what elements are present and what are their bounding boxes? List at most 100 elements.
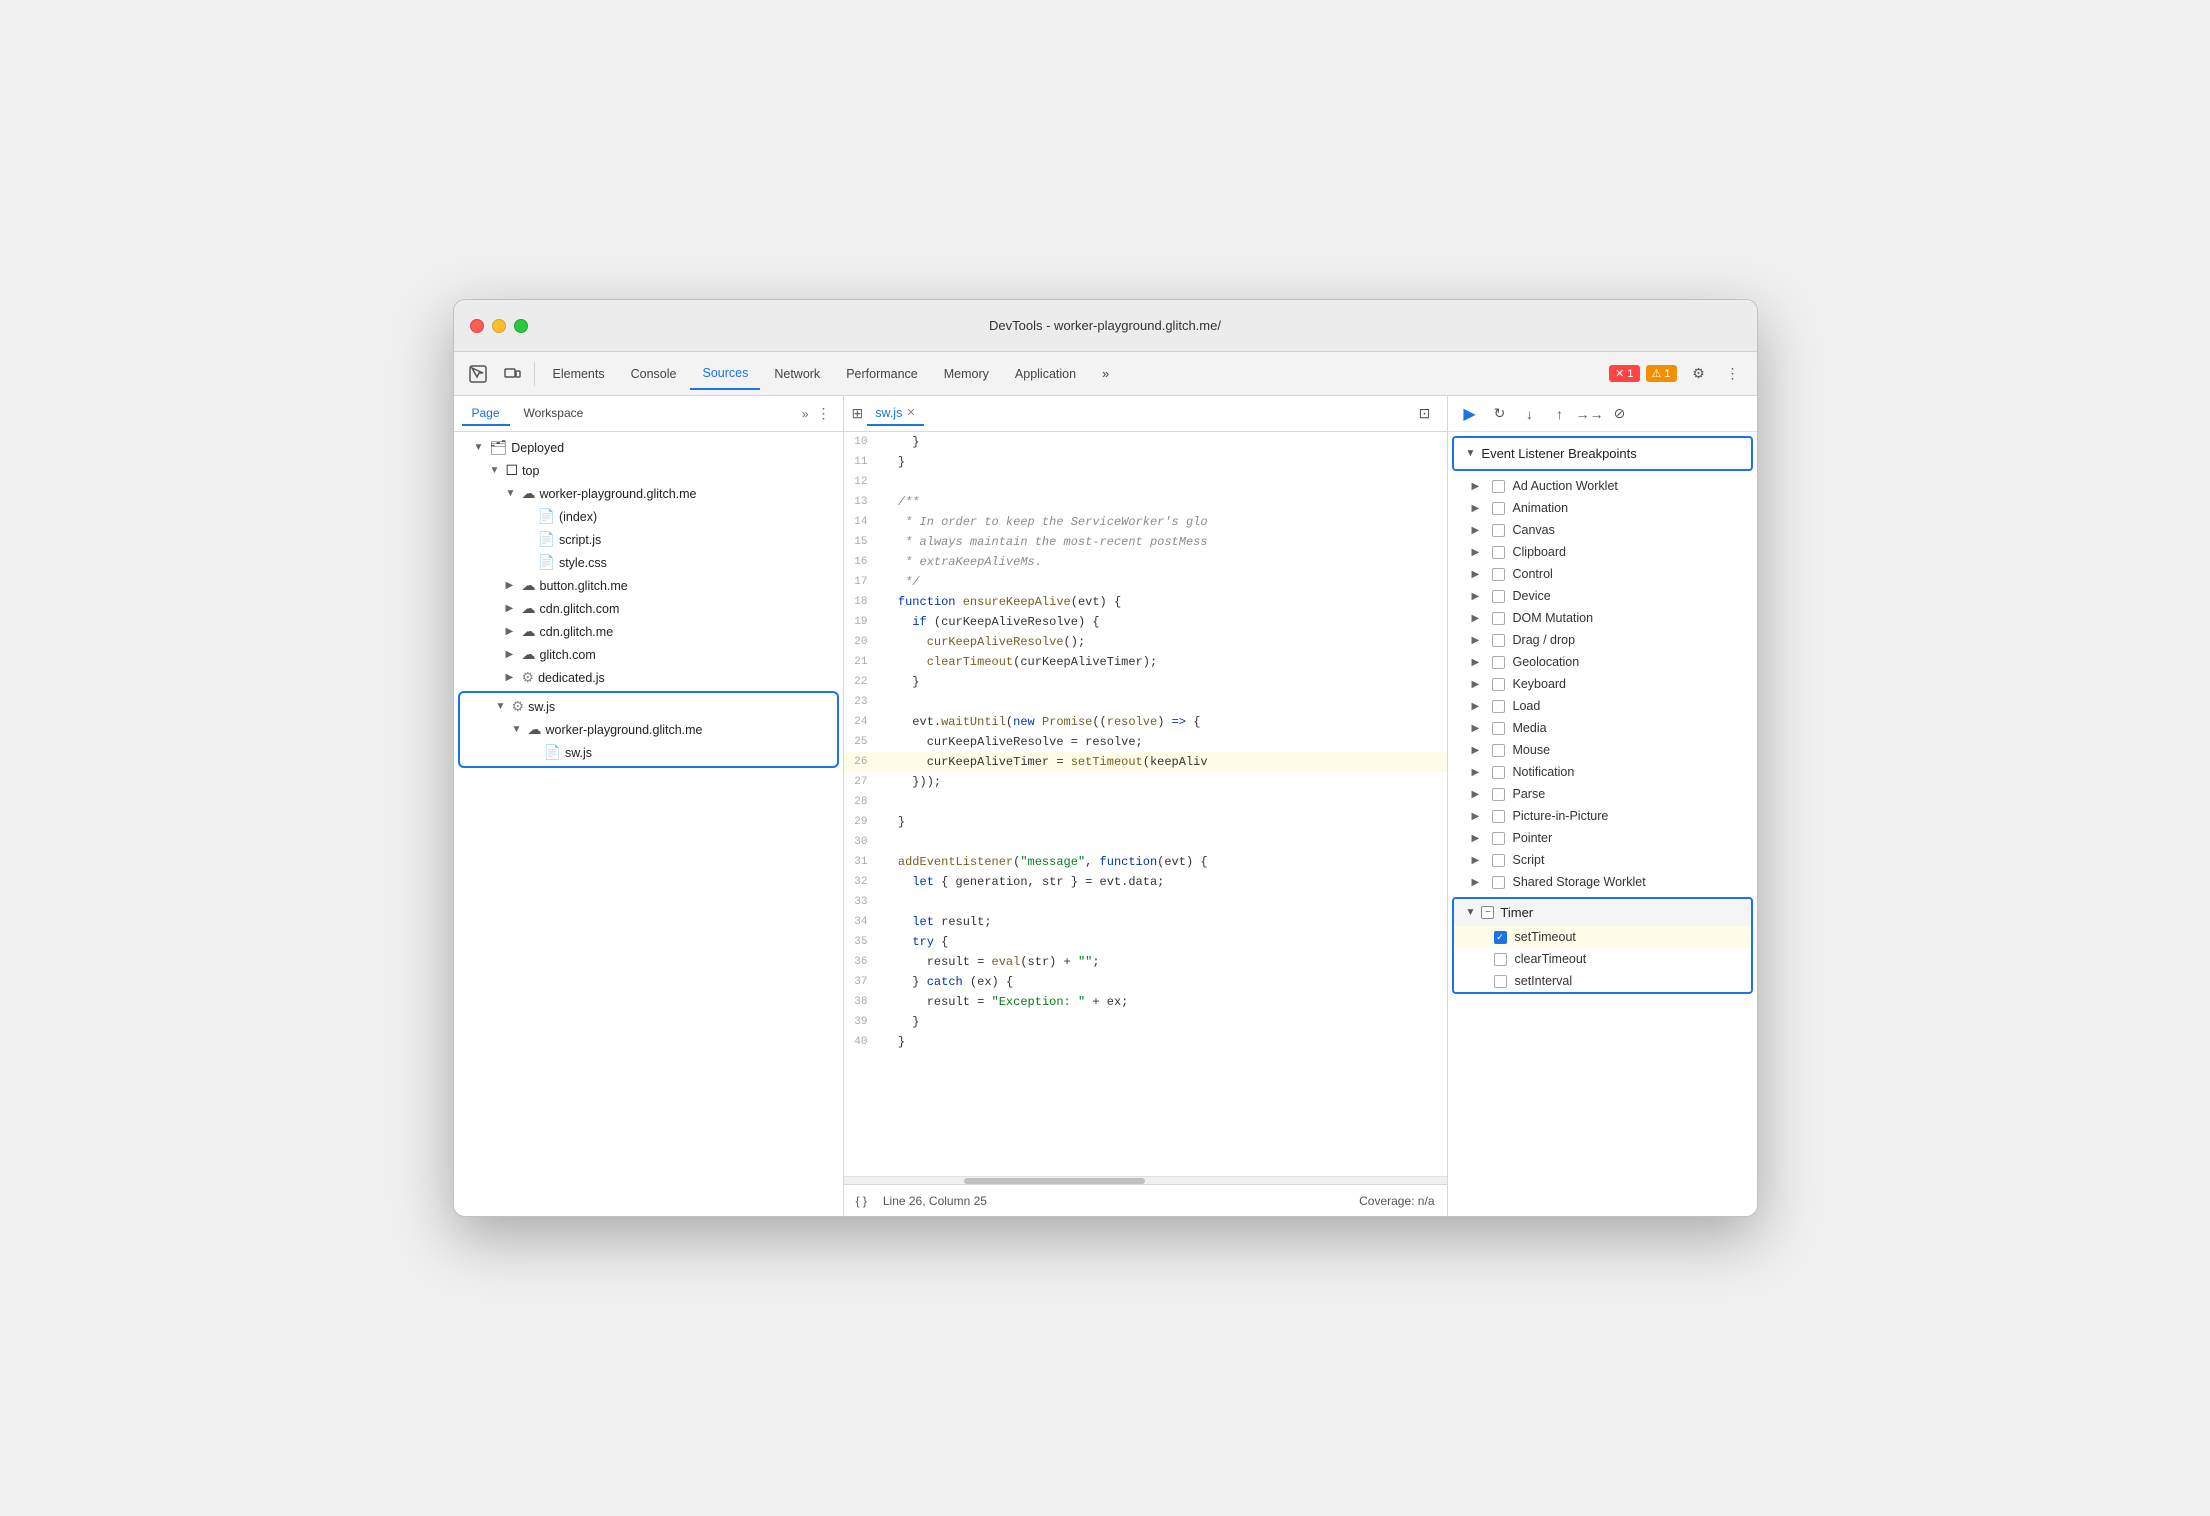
- tab-console[interactable]: Console: [619, 358, 689, 390]
- line-content: let result;: [884, 912, 992, 932]
- bp-checkbox[interactable]: [1492, 788, 1505, 801]
- line-number: 23: [844, 692, 884, 712]
- bp-checkbox[interactable]: [1492, 810, 1505, 823]
- bp-checkbox[interactable]: [1492, 480, 1505, 493]
- deactivate-btn[interactable]: ⊘: [1606, 400, 1634, 428]
- tree-item-deployed[interactable]: ▼ 🗂 Deployed: [454, 436, 843, 459]
- bp-item-clipboard[interactable]: ▶ Clipboard: [1448, 541, 1757, 563]
- bp-checkbox[interactable]: [1492, 832, 1505, 845]
- panel-more-btn[interactable]: »: [802, 407, 809, 421]
- resume-btn[interactable]: ▶: [1456, 400, 1484, 428]
- bp-checkbox[interactable]: [1492, 678, 1505, 691]
- tree-item-style-css[interactable]: 📄 style.css: [454, 551, 843, 574]
- panel-menu-btn[interactable]: ⋮: [813, 405, 835, 422]
- spacer: [522, 534, 534, 545]
- format-btn[interactable]: { }: [856, 1194, 867, 1208]
- code-area[interactable]: 10 } 11 } 12 13 /** 14 * I: [844, 432, 1447, 1176]
- bp-checkbox[interactable]: [1492, 612, 1505, 625]
- tree-item-glitch-com[interactable]: ▶ ☁ glitch.com: [454, 643, 843, 666]
- minimize-button[interactable]: [492, 319, 506, 333]
- code-tab-sw-js[interactable]: sw.js ✕: [867, 402, 923, 426]
- tree-item-dedicated-js[interactable]: ▶ ⚙ dedicated.js: [454, 666, 843, 689]
- bp-checkbox[interactable]: [1492, 854, 1505, 867]
- bp-item-mouse[interactable]: ▶ Mouse: [1448, 739, 1757, 761]
- error-badge[interactable]: ✕ 1: [1609, 365, 1639, 382]
- tree-item-button-glitch[interactable]: ▶ ☁ button.glitch.me: [454, 574, 843, 597]
- bp-item-pointer[interactable]: ▶ Pointer: [1448, 827, 1757, 849]
- bp-item-media[interactable]: ▶ Media: [1448, 717, 1757, 739]
- step-over-btn[interactable]: ↻: [1486, 400, 1514, 428]
- tree-item-sw-js-worker[interactable]: ▼ ⚙ sw.js: [460, 695, 837, 718]
- step-out-btn[interactable]: ↑: [1546, 400, 1574, 428]
- tab-elements[interactable]: Elements: [541, 358, 617, 390]
- bp-checkbox[interactable]: [1492, 634, 1505, 647]
- bp-checkbox[interactable]: [1492, 722, 1505, 735]
- line-number: 17: [844, 572, 884, 592]
- tree-item-worker-playground[interactable]: ▼ ☁ worker-playground.glitch.me: [454, 482, 843, 505]
- bp-item-shared-storage[interactable]: ▶ Shared Storage Worklet: [1448, 871, 1757, 893]
- settings-icon[interactable]: ⚙: [1683, 358, 1715, 390]
- maximize-button[interactable]: [514, 319, 528, 333]
- scrollbar-thumb[interactable]: [964, 1178, 1145, 1184]
- timer-checkbox-partial[interactable]: −: [1481, 906, 1494, 919]
- cleartimeout-checkbox[interactable]: [1494, 953, 1507, 966]
- timer-section-header[interactable]: ▼ − Timer: [1454, 899, 1751, 926]
- tab-page[interactable]: Page: [462, 402, 510, 426]
- bp-checkbox[interactable]: [1492, 700, 1505, 713]
- bp-sub-item-cleartimeout[interactable]: clearTimeout: [1454, 948, 1751, 970]
- tree-item-cdn-glitch-me[interactable]: ▶ ☁ cdn.glitch.me: [454, 620, 843, 643]
- tab-application[interactable]: Application: [1003, 358, 1088, 390]
- bp-checkbox[interactable]: [1492, 568, 1505, 581]
- bp-checkbox[interactable]: [1492, 590, 1505, 603]
- bp-checkbox[interactable]: [1492, 744, 1505, 757]
- tab-network[interactable]: Network: [762, 358, 832, 390]
- tree-item-index[interactable]: 📄 (index): [454, 505, 843, 528]
- expand-icon[interactable]: ⊡: [1411, 400, 1439, 428]
- bp-item-keyboard[interactable]: ▶ Keyboard: [1448, 673, 1757, 695]
- code-scrollbar[interactable]: [844, 1176, 1447, 1184]
- bp-checkbox[interactable]: [1492, 524, 1505, 537]
- bp-item-device[interactable]: ▶ Device: [1448, 585, 1757, 607]
- bp-item-geolocation[interactable]: ▶ Geolocation: [1448, 651, 1757, 673]
- tree-item-worker-playground-sub[interactable]: ▼ ☁ worker-playground.glitch.me: [460, 718, 837, 741]
- bp-item-parse[interactable]: ▶ Parse: [1448, 783, 1757, 805]
- bp-sub-item-setinterval[interactable]: setInterval: [1454, 970, 1751, 992]
- tab-memory[interactable]: Memory: [932, 358, 1001, 390]
- bp-checkbox[interactable]: [1492, 656, 1505, 669]
- bp-item-notification[interactable]: ▶ Notification: [1448, 761, 1757, 783]
- close-button[interactable]: [470, 319, 484, 333]
- settimeout-checkbox[interactable]: ✓: [1494, 931, 1507, 944]
- bp-item-dom-mutation[interactable]: ▶ DOM Mutation: [1448, 607, 1757, 629]
- bp-item-picture-in-picture[interactable]: ▶ Picture-in-Picture: [1448, 805, 1757, 827]
- bp-sub-item-settimeout[interactable]: ✓ setTimeout: [1454, 926, 1751, 948]
- breakpoints-header[interactable]: ▼ Event Listener Breakpoints: [1452, 436, 1753, 471]
- bp-checkbox[interactable]: [1492, 546, 1505, 559]
- bp-item-script[interactable]: ▶ Script: [1448, 849, 1757, 871]
- device-toggle-icon[interactable]: [496, 358, 528, 390]
- tab-performance[interactable]: Performance: [834, 358, 930, 390]
- tab-more[interactable]: »: [1090, 358, 1121, 390]
- tab-close-icon[interactable]: ✕: [906, 406, 915, 419]
- warn-badge[interactable]: ⚠ 1: [1646, 365, 1677, 382]
- setinterval-checkbox[interactable]: [1494, 975, 1507, 988]
- bp-label: Media: [1513, 721, 1547, 735]
- bp-checkbox[interactable]: [1492, 502, 1505, 515]
- bp-checkbox[interactable]: [1492, 876, 1505, 889]
- more-menu-icon[interactable]: ⋮: [1717, 358, 1749, 390]
- tree-item-script-js[interactable]: 📄 script.js: [454, 528, 843, 551]
- tree-item-sw-js-file[interactable]: 📄 sw.js: [460, 741, 837, 764]
- bp-item-ad-auction[interactable]: ▶ Ad Auction Worklet: [1448, 475, 1757, 497]
- bp-item-animation[interactable]: ▶ Animation: [1448, 497, 1757, 519]
- tab-sources[interactable]: Sources: [690, 358, 760, 390]
- inspect-icon[interactable]: [462, 358, 494, 390]
- bp-item-load[interactable]: ▶ Load: [1448, 695, 1757, 717]
- step-btn[interactable]: →→: [1576, 400, 1604, 428]
- bp-item-drag-drop[interactable]: ▶ Drag / drop: [1448, 629, 1757, 651]
- step-into-btn[interactable]: ↓: [1516, 400, 1544, 428]
- bp-item-control[interactable]: ▶ Control: [1448, 563, 1757, 585]
- bp-item-canvas[interactable]: ▶ Canvas: [1448, 519, 1757, 541]
- tree-item-top[interactable]: ▼ ☐ top: [454, 459, 843, 482]
- tab-workspace[interactable]: Workspace: [514, 402, 594, 426]
- bp-checkbox[interactable]: [1492, 766, 1505, 779]
- tree-item-cdn-glitch-com[interactable]: ▶ ☁ cdn.glitch.com: [454, 597, 843, 620]
